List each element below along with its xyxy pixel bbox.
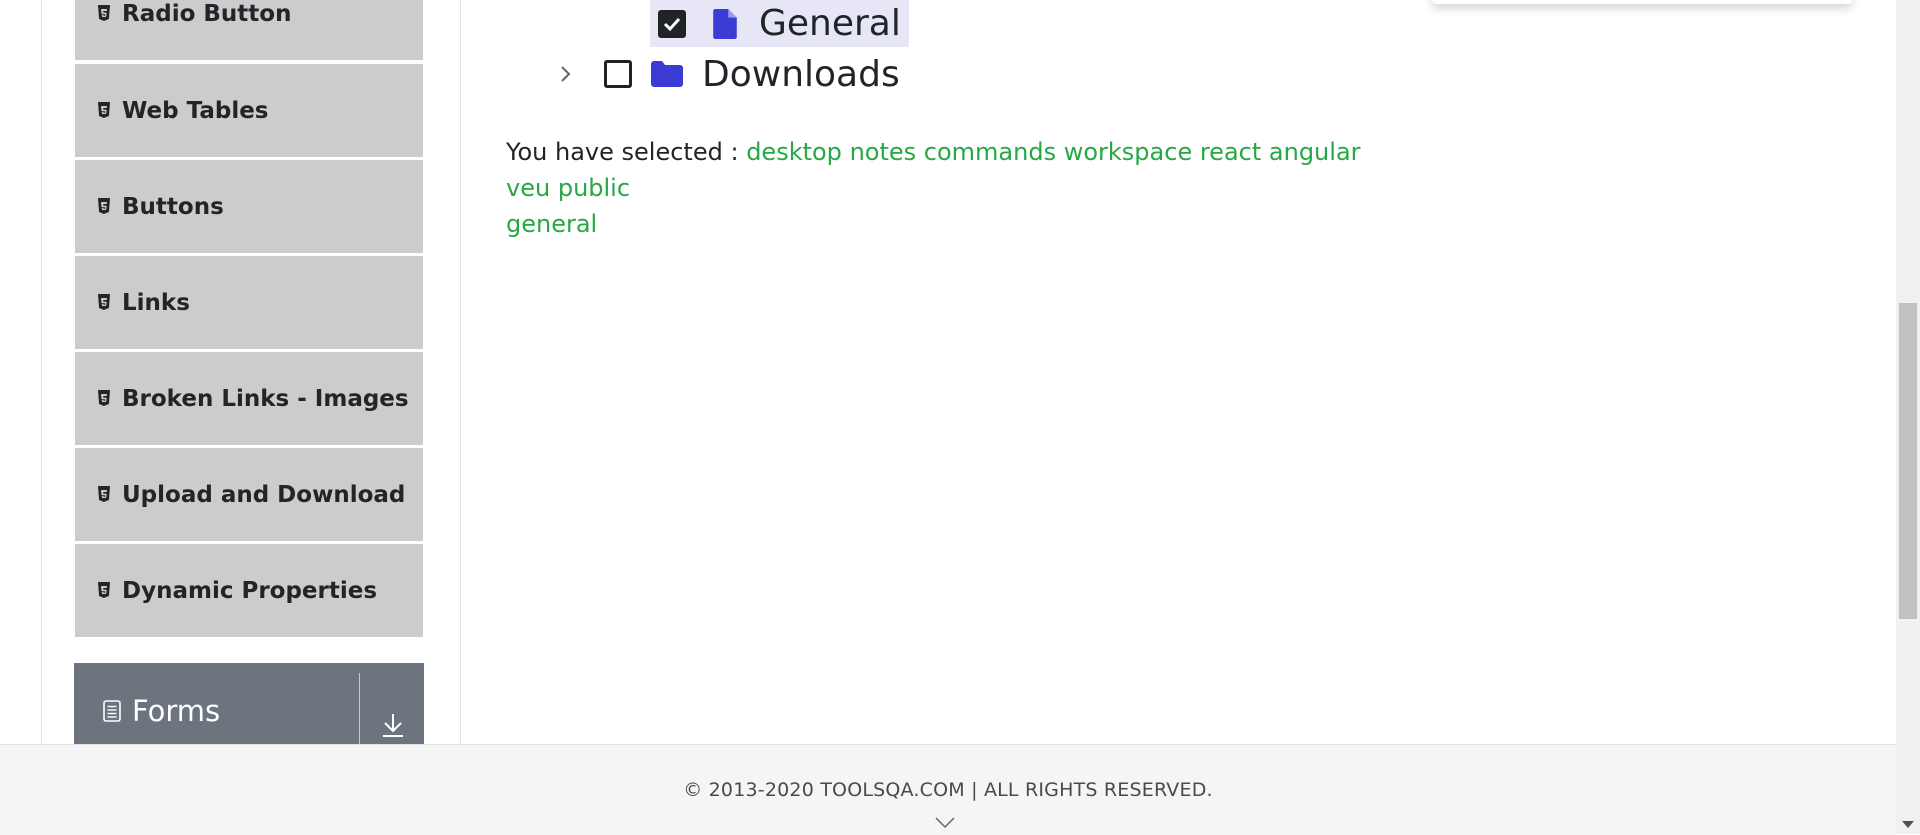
check-icon — [663, 17, 681, 31]
chevron-down-icon[interactable] — [935, 817, 955, 829]
selected-item: react — [1199, 138, 1262, 166]
floating-panel-edge — [1432, 0, 1852, 4]
footer: © 2013-2020 TOOLSQA.COM | ALL RIGHTS RES… — [0, 744, 1896, 835]
tree-label-general: General — [759, 3, 901, 44]
sidebar-item-label: Broken Links - Images — [122, 385, 409, 412]
sidebar-item-web-tables[interactable]: Web Tables — [75, 64, 423, 157]
left-rail-line — [41, 0, 42, 744]
tree-label-downloads: Downloads — [702, 53, 900, 95]
result-prefix: You have selected : — [506, 138, 739, 166]
selected-item: veu — [506, 174, 551, 202]
group-header-forms[interactable]: Forms — [74, 663, 424, 744]
sidebar-item-label: Upload and Download — [122, 481, 406, 508]
sidebar-item-label: Web Tables — [122, 97, 269, 124]
sidebar-item-broken-links[interactable]: Broken Links - Images — [75, 352, 423, 445]
sidebar-item-radio-button[interactable]: Radio Button — [75, 0, 423, 60]
folder-icon — [651, 61, 683, 87]
footer-copyright: © 2013-2020 TOOLSQA.COM | ALL RIGHTS RES… — [683, 779, 1213, 801]
selection-result: You have selected : desktop notes comman… — [506, 134, 1406, 242]
html5-icon — [98, 581, 110, 598]
group-header-divider — [359, 673, 360, 744]
selected-item: workspace — [1063, 138, 1193, 166]
chevron-right-icon[interactable] — [557, 62, 575, 86]
checkbox-general[interactable] — [658, 9, 686, 38]
sidebar-item-label: Links — [122, 289, 190, 316]
selected-item: angular — [1268, 138, 1361, 166]
document-icon — [103, 699, 121, 722]
selected-item: general — [506, 210, 598, 238]
scrollbar-thumb[interactable] — [1899, 303, 1917, 619]
sidebar-item-label: Dynamic Properties — [122, 577, 378, 604]
html5-icon — [98, 485, 110, 502]
selected-item: notes — [849, 138, 917, 166]
sidebar-item-buttons[interactable]: Buttons — [75, 160, 423, 253]
tree-node-general[interactable]: General — [650, 0, 909, 47]
group-header-label: Forms — [132, 693, 221, 728]
selected-item: public — [557, 174, 631, 202]
vertical-scrollbar[interactable] — [1896, 0, 1920, 834]
tree-node-downloads[interactable]: Downloads — [557, 52, 900, 96]
html5-icon — [98, 101, 110, 118]
html5-icon — [98, 197, 110, 214]
sidebar-item-label: Radio Button — [122, 0, 292, 27]
sidebar-item-label: Buttons — [122, 193, 224, 220]
selected-item: desktop — [746, 138, 842, 166]
selected-item: commands — [923, 138, 1057, 166]
html5-icon — [98, 4, 110, 21]
download-arrow-icon[interactable] — [380, 712, 406, 738]
checkbox-downloads[interactable] — [604, 60, 632, 88]
sidebar-item-dynamic-properties[interactable]: Dynamic Properties — [75, 544, 423, 637]
content-divider-line — [460, 0, 461, 744]
html5-icon — [98, 293, 110, 310]
file-icon — [713, 8, 737, 39]
sidebar-item-links[interactable]: Links — [75, 256, 423, 349]
sidebar-item-upload-download[interactable]: Upload and Download — [75, 448, 423, 541]
scroll-down-arrow-icon[interactable] — [1902, 821, 1914, 828]
html5-icon — [98, 389, 110, 406]
